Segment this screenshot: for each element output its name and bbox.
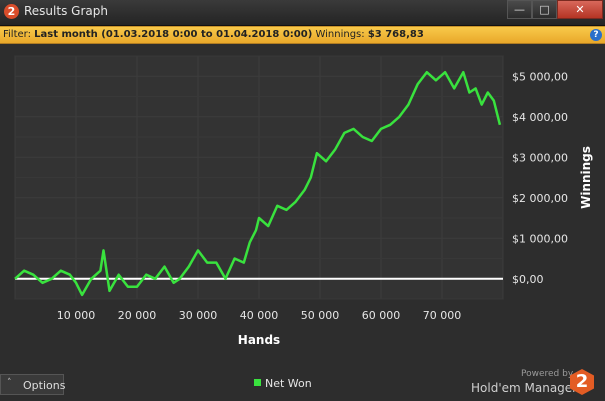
y-tick-label: $3 000,00 [512, 151, 568, 164]
x-tick-label: 40 000 [240, 309, 279, 322]
powered-by-text: Powered by [521, 369, 574, 379]
y-axis-title: Winnings [579, 146, 593, 209]
winnings-value: $3 768,83 [367, 29, 424, 40]
x-tick-label: 10 000 [57, 309, 96, 322]
y-tick-label: $1 000,00 [512, 232, 568, 245]
options-button[interactable]: ˄ Options [0, 374, 66, 395]
y-tick-label: $0,00 [512, 273, 544, 286]
winnings-label: Winnings: [315, 29, 365, 40]
chevron-up-icon: ˄ [7, 378, 12, 388]
brand-name: Hold'em Manager [471, 381, 578, 395]
x-tick-label: 20 000 [118, 309, 157, 322]
results-chart: 10 000 20 000 30 000 40 000 50 000 60 000 70 0… [0, 44, 605, 369]
x-tick-label: 50 000 [301, 309, 340, 322]
options-label: Options [23, 379, 66, 392]
window-title: Results Graph [24, 4, 108, 18]
footer: ˄ Options Net Won Powered by Hold'em Man… [0, 369, 605, 401]
maximize-button[interactable]: □ [532, 0, 557, 19]
filter-prefix: Filter: [3, 29, 31, 40]
help-icon[interactable]: ? [590, 29, 602, 41]
y-tick-label: $2 000,00 [512, 192, 568, 205]
x-tick-label: 60 000 [362, 309, 401, 322]
close-button[interactable]: ✕ [557, 0, 603, 19]
y-tick-label: $4 000,00 [512, 111, 568, 124]
title-bar: 2 Results Graph — □ ✕ [0, 0, 605, 26]
x-tick-label: 70 000 [423, 309, 462, 322]
results-graph-svg: 10 000 20 000 30 000 40 000 50 000 60 000 70 0… [14, 55, 593, 347]
legend-series-name: Net Won [265, 377, 312, 390]
filter-bar: Filter: Last month (01.03.2018 0:00 to 0… [0, 26, 605, 44]
legend-swatch [254, 379, 261, 386]
app-logo-icon: 2 [4, 4, 19, 19]
y-tick-label: $5 000,00 [512, 70, 568, 83]
x-tick-label: 30 000 [179, 309, 218, 322]
minimize-button[interactable]: — [507, 0, 532, 19]
chart-legend: Net Won [254, 377, 312, 390]
x-axis-title: Hands [238, 333, 280, 347]
filter-period: Last month (01.03.2018 0:00 to 01.04.201… [34, 29, 313, 40]
